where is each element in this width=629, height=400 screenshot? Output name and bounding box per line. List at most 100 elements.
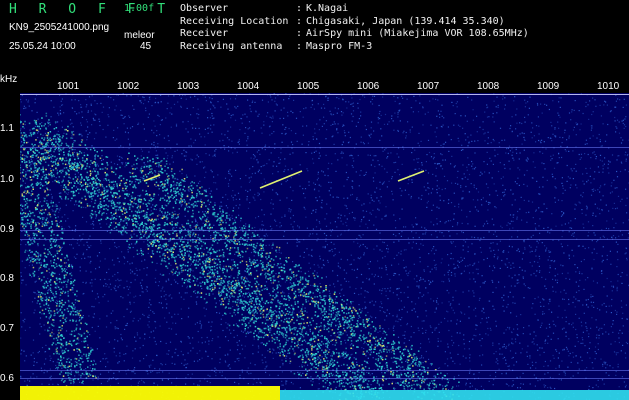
noise-speck	[574, 208, 576, 210]
noise-speck	[413, 374, 416, 376]
noise-speck	[134, 178, 136, 180]
noise-speck	[353, 292, 356, 294]
noise-speck	[513, 100, 515, 102]
noise-speck	[197, 234, 200, 236]
noise-speck	[239, 256, 241, 258]
noise-speck	[512, 193, 514, 195]
noise-speck	[523, 199, 525, 201]
noise-speck	[387, 298, 389, 300]
noise-speck	[213, 260, 215, 262]
noise-speck	[178, 292, 180, 294]
noise-speck	[584, 279, 587, 281]
noise-speck	[408, 339, 410, 341]
noise-speck	[278, 162, 280, 164]
noise-speck	[396, 314, 398, 316]
noise-speck	[65, 192, 67, 194]
noise-speck	[414, 311, 417, 313]
noise-speck	[452, 258, 454, 260]
noise-speck	[462, 291, 464, 293]
noise-speck	[213, 105, 215, 107]
noise-speck	[325, 276, 327, 278]
noise-speck	[227, 217, 229, 219]
noise-speck	[411, 309, 413, 311]
noise-speck	[534, 166, 536, 168]
noise-speck	[199, 380, 201, 382]
noise-speck	[430, 298, 432, 300]
noise-speck	[472, 109, 474, 111]
noise-speck	[594, 154, 596, 156]
noise-speck	[599, 309, 601, 311]
noise-speck	[411, 301, 413, 303]
noise-speck	[573, 126, 575, 128]
noise-speck	[403, 249, 405, 251]
noise-speck	[329, 222, 332, 224]
noise-speck	[29, 237, 31, 239]
noise-speck	[325, 234, 328, 237]
noise-speck	[454, 273, 456, 275]
noise-speck	[171, 356, 173, 358]
noise-speck	[224, 360, 226, 362]
noise-speck	[247, 128, 249, 130]
noise-speck	[76, 204, 78, 206]
noise-speck	[549, 137, 551, 139]
noise-speck	[224, 148, 226, 150]
noise-speck	[435, 327, 438, 329]
noise-speck	[508, 343, 510, 345]
noise-speck	[416, 275, 418, 277]
noise-speck	[521, 219, 523, 221]
noise-speck	[203, 259, 205, 262]
noise-speck	[564, 374, 566, 376]
noise-speck	[469, 357, 471, 359]
noise-speck	[594, 234, 596, 236]
noise-speck	[228, 139, 230, 141]
noise-speck	[454, 113, 456, 115]
noise-speck	[154, 320, 156, 323]
spectrogram-plot[interactable]	[20, 93, 629, 400]
noise-speck	[493, 256, 495, 258]
noise-speck	[539, 326, 542, 328]
noise-speck	[293, 350, 295, 352]
noise-speck	[391, 178, 393, 180]
noise-speck	[157, 143, 159, 145]
noise-speck	[436, 192, 438, 194]
noise-speck	[447, 346, 449, 348]
noise-speck	[78, 244, 80, 246]
noise-speck	[145, 354, 148, 357]
noise-speck	[193, 142, 195, 144]
noise-speck	[299, 387, 301, 389]
noise-speck	[503, 343, 505, 345]
noise-speck	[61, 120, 63, 122]
noise-speck	[292, 228, 294, 230]
noise-speck	[525, 102, 527, 104]
noise-speck	[461, 144, 463, 146]
noise-speck	[408, 272, 410, 274]
noise-speck	[393, 325, 395, 327]
noise-speck	[121, 251, 123, 253]
noise-speck	[353, 217, 355, 219]
noise-speck	[305, 107, 307, 109]
noise-speck	[21, 141, 23, 143]
noise-speck	[370, 133, 372, 135]
noise-speck	[511, 236, 513, 238]
noise-speck	[591, 305, 593, 307]
noise-speck	[67, 192, 70, 194]
noise-speck	[529, 96, 531, 98]
noise-speck	[316, 179, 318, 181]
noise-speck	[142, 291, 144, 293]
noise-speck	[342, 112, 344, 114]
noise-speck	[378, 267, 381, 269]
noise-speck	[166, 108, 168, 110]
noise-speck	[522, 372, 524, 374]
noise-speck	[248, 373, 250, 375]
noise-speck	[37, 132, 39, 134]
noise-speck	[400, 250, 402, 252]
noise-speck	[483, 133, 485, 135]
noise-speck	[411, 224, 413, 226]
noise-speck	[449, 304, 451, 306]
noise-speck	[82, 233, 84, 235]
noise-speck	[72, 130, 75, 133]
noise-speck	[461, 178, 463, 180]
noise-speck	[104, 258, 106, 260]
noise-speck	[381, 183, 384, 185]
noise-speck	[580, 260, 582, 263]
